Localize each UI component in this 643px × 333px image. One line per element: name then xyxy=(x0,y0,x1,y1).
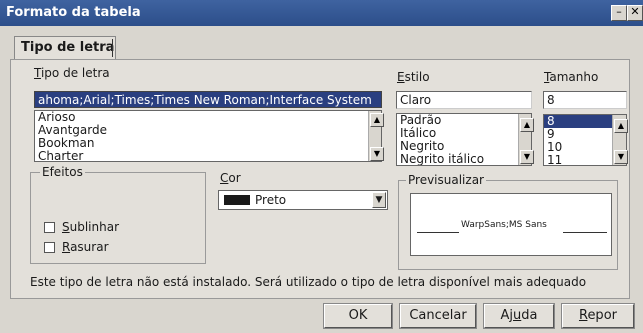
font-list[interactable]: Arioso Avantgarde Bookman Charter xyxy=(34,110,382,162)
preview-legend: Previsualizar xyxy=(406,173,486,187)
color-dropdown[interactable]: Preto ▼ xyxy=(218,190,388,210)
underline-label[interactable]: Sublinhar xyxy=(62,220,119,234)
preview-box: WarpSans;MS Sans xyxy=(410,193,612,256)
effects-group xyxy=(30,172,206,264)
style-label: Estilo xyxy=(397,70,430,84)
color-label: Cor xyxy=(220,171,241,185)
preview-line-left xyxy=(417,232,459,233)
color-swatch xyxy=(224,195,250,205)
close-icon[interactable]: ✕ xyxy=(627,5,643,21)
preview-text: WarpSans;MS Sans xyxy=(461,220,547,230)
list-item[interactable]: Negrito itálico xyxy=(397,153,531,166)
cancel-button[interactable]: Cancelar xyxy=(399,303,477,329)
title-bar: Formato da tabela – ✕ xyxy=(0,0,643,26)
scroll-down-icon[interactable]: ▼ xyxy=(370,147,384,161)
scroll-up-icon[interactable]: ▲ xyxy=(614,119,628,133)
effects-legend: Efeitos xyxy=(40,165,85,179)
scroll-up-icon[interactable]: ▲ xyxy=(370,113,384,127)
strike-label[interactable]: Rasurar xyxy=(62,240,109,254)
strike-checkbox[interactable] xyxy=(44,242,55,253)
scroll-down-icon[interactable]: ▼ xyxy=(614,150,628,164)
window-title: Formato da tabela xyxy=(6,5,141,20)
status-message: Este tipo de letra não está instalado. S… xyxy=(30,275,587,289)
underline-checkbox[interactable] xyxy=(44,222,55,233)
scroll-up-icon[interactable]: ▲ xyxy=(520,118,534,132)
font-name-field[interactable]: ahoma;Arial;Times;Times New Roman;Interf… xyxy=(34,91,382,108)
font-label: Tipo de letra xyxy=(34,66,110,80)
style-list[interactable]: Padrão Itálico Negrito Negrito itálico xyxy=(396,113,532,166)
minimize-icon[interactable]: – xyxy=(611,5,627,21)
preview-line-right xyxy=(563,232,607,233)
ok-button[interactable]: OK xyxy=(323,303,393,329)
size-field[interactable]: 8 xyxy=(543,91,627,109)
tab-separator xyxy=(112,39,113,57)
size-list-scrollbar[interactable]: ▲ ▼ xyxy=(612,115,628,165)
tab-font[interactable]: Tipo de letra xyxy=(14,36,116,60)
style-field[interactable]: Claro xyxy=(396,91,532,109)
list-item[interactable]: Bookman xyxy=(35,137,381,150)
list-item[interactable]: Charter xyxy=(35,150,381,162)
style-list-scrollbar[interactable]: ▲ ▼ xyxy=(518,114,534,165)
size-label: Tamanho xyxy=(544,70,599,84)
help-button[interactable]: Ajuda xyxy=(483,303,555,329)
color-value: Preto xyxy=(255,193,287,207)
chevron-down-icon[interactable]: ▼ xyxy=(372,192,386,208)
scroll-down-icon[interactable]: ▼ xyxy=(520,150,534,164)
reset-button[interactable]: Repor xyxy=(561,303,635,329)
font-list-scrollbar[interactable]: ▲ ▼ xyxy=(368,111,384,161)
